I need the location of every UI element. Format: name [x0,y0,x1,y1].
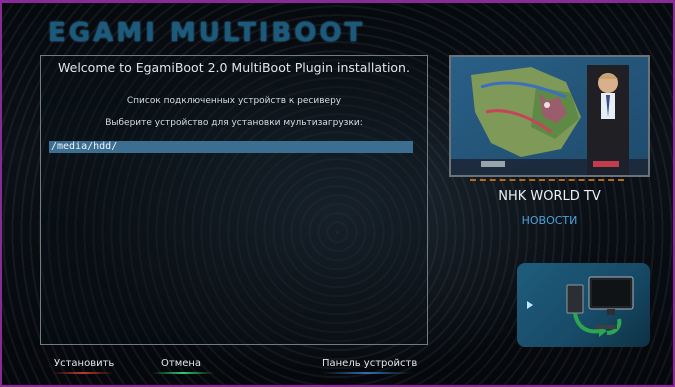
device-panel-button[interactable]: Панель устройств [322,358,417,369]
install-button-indicator [52,372,114,374]
device-list-item-selected[interactable]: /media/hdd/ [49,141,413,153]
tv-preview [449,55,650,177]
install-button[interactable]: Установить [54,358,114,369]
channel-name: NHK WORLD TV [498,189,601,204]
devices-list-label: Список подключенных устройств к ресиверу [126,96,342,106]
preview-divider [470,179,624,181]
device-panel-button-indicator [322,372,412,374]
choose-device-label: Выберите устройство для установки мульти… [105,118,363,128]
weather-map-image [451,57,648,175]
arrow-right-icon [527,301,533,309]
device-panel-icon[interactable] [517,263,650,347]
pc-tower-icon [566,284,584,314]
app-title: EGAMI MULTIBOOT [48,18,366,48]
channel-category: НОВОСТИ [521,214,578,227]
welcome-text: Welcome to EgamiBoot 2.0 MultiBoot Plugi… [58,60,410,75]
tv-screen: EGAMI MULTIBOOT Welcome to EgamiBoot 2.0… [2,3,673,385]
cancel-button-indicator [152,372,214,374]
cancel-button[interactable]: Отмена [161,358,201,369]
main-panel: Welcome to EgamiBoot 2.0 MultiBoot Plugi… [40,55,428,345]
